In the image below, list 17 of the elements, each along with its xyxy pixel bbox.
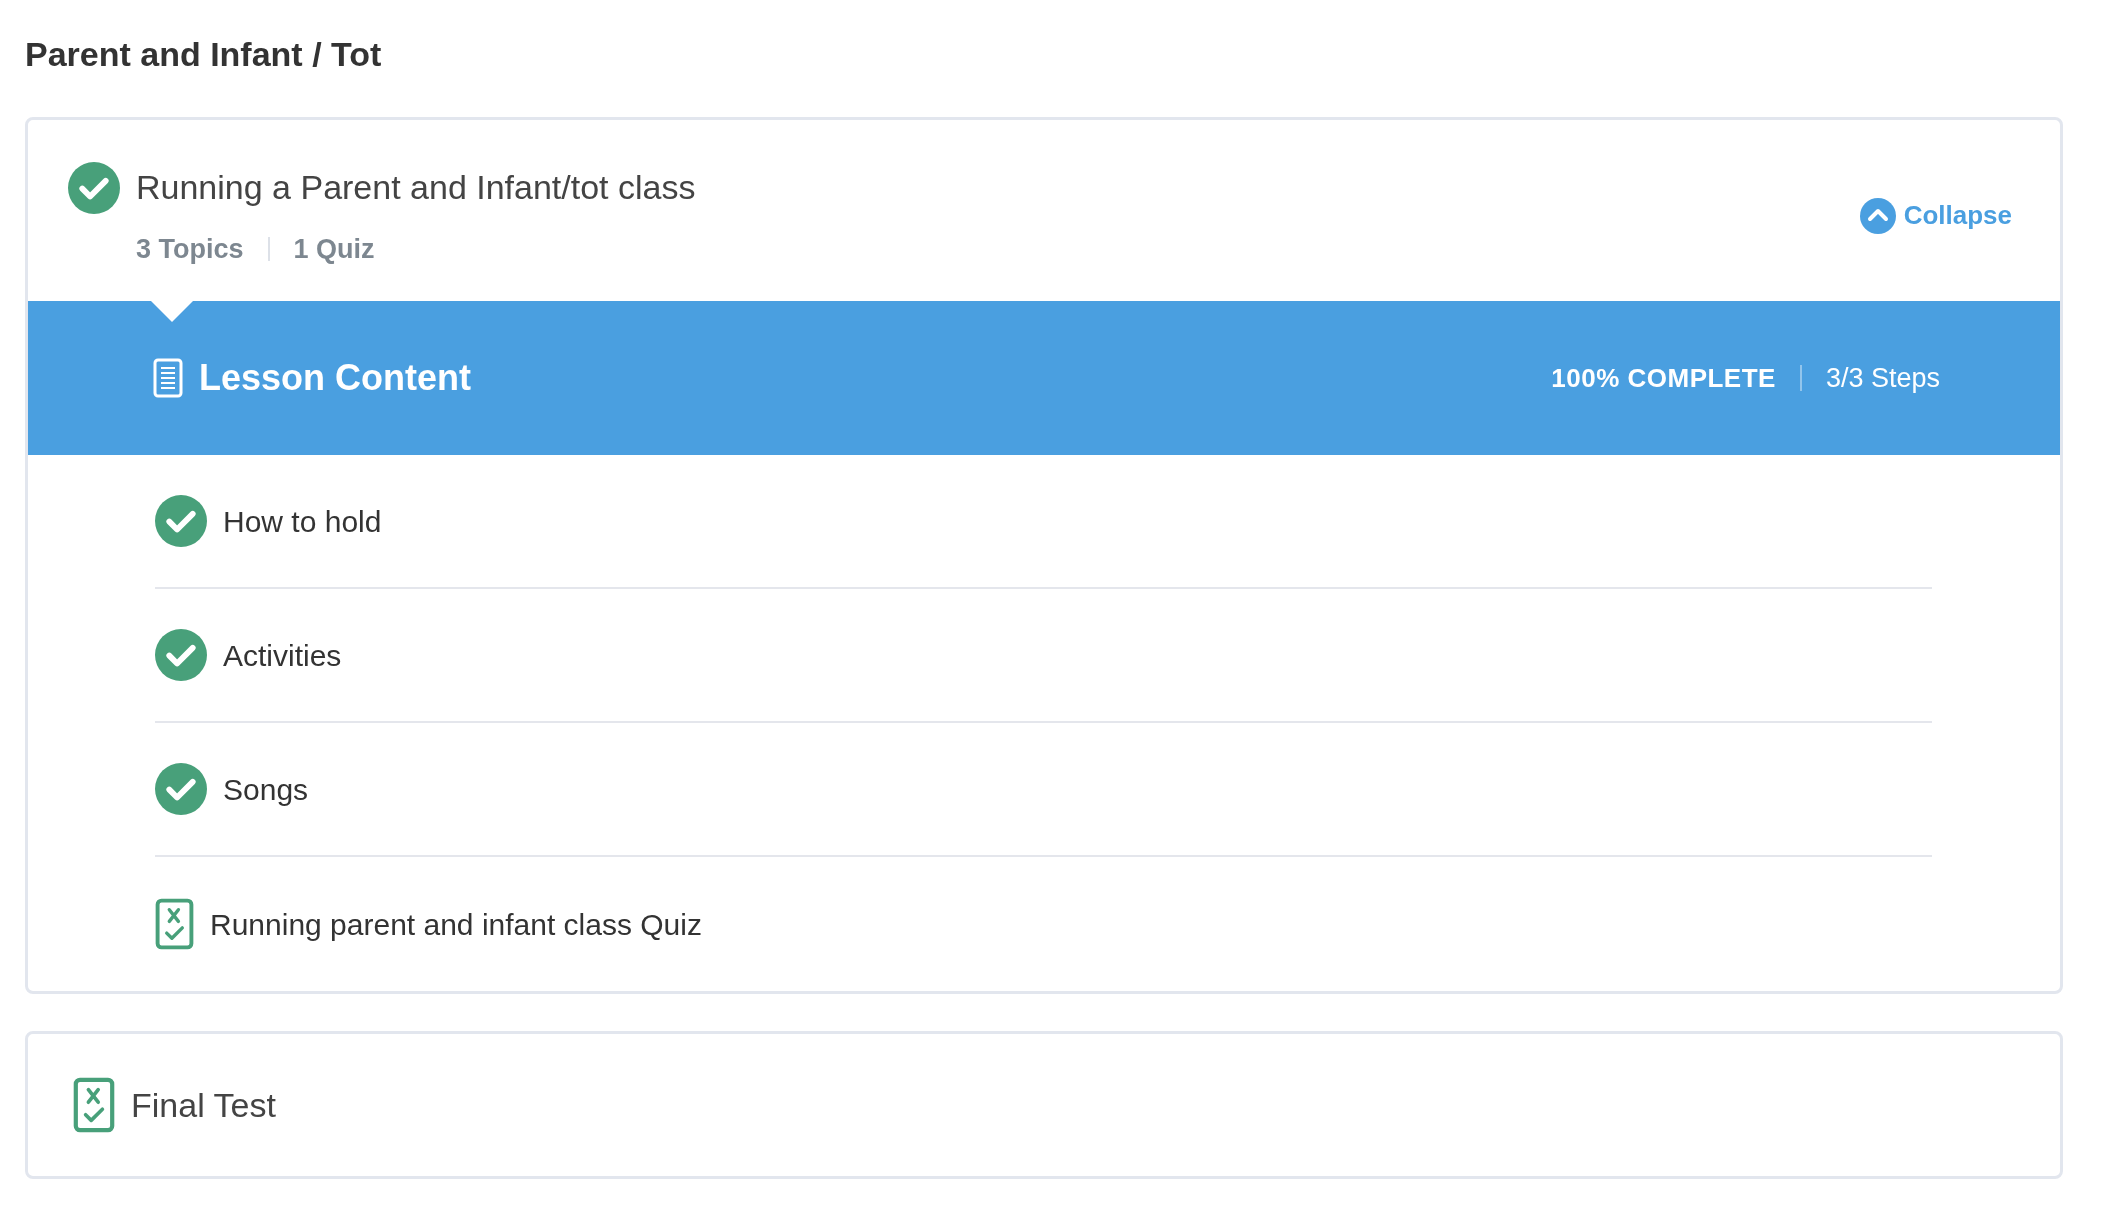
lesson-meta: 1 Quiz bbox=[293, 232, 375, 266]
pointer-notch bbox=[150, 300, 194, 323]
chevron-icon bbox=[1859, 197, 1896, 234]
lesson-item-link[interactable]: Running parent and infant class Quiz bbox=[210, 901, 702, 947]
document-icon bbox=[153, 358, 183, 399]
progress-label: 100% COMPLETE bbox=[1551, 361, 1776, 395]
quiz-icon bbox=[155, 898, 194, 951]
lesson-item-link[interactable]: How to hold bbox=[223, 498, 382, 544]
section-title: Parent and Infant / Tot bbox=[25, 34, 383, 75]
lesson-content-heading: Lesson Content bbox=[199, 356, 471, 401]
final-test-link[interactable]: Final Test bbox=[131, 1079, 276, 1131]
lesson-item-link[interactable]: Activities bbox=[223, 632, 342, 678]
steps-count: 3/3 Steps bbox=[1825, 362, 1940, 396]
lesson-item-link[interactable]: Songs bbox=[223, 766, 309, 812]
lesson-meta: 3 Topics bbox=[136, 232, 244, 266]
lesson-title[interactable]: Running a Parent and Infant/tot class bbox=[136, 161, 696, 213]
quiz-icon bbox=[73, 1077, 115, 1134]
